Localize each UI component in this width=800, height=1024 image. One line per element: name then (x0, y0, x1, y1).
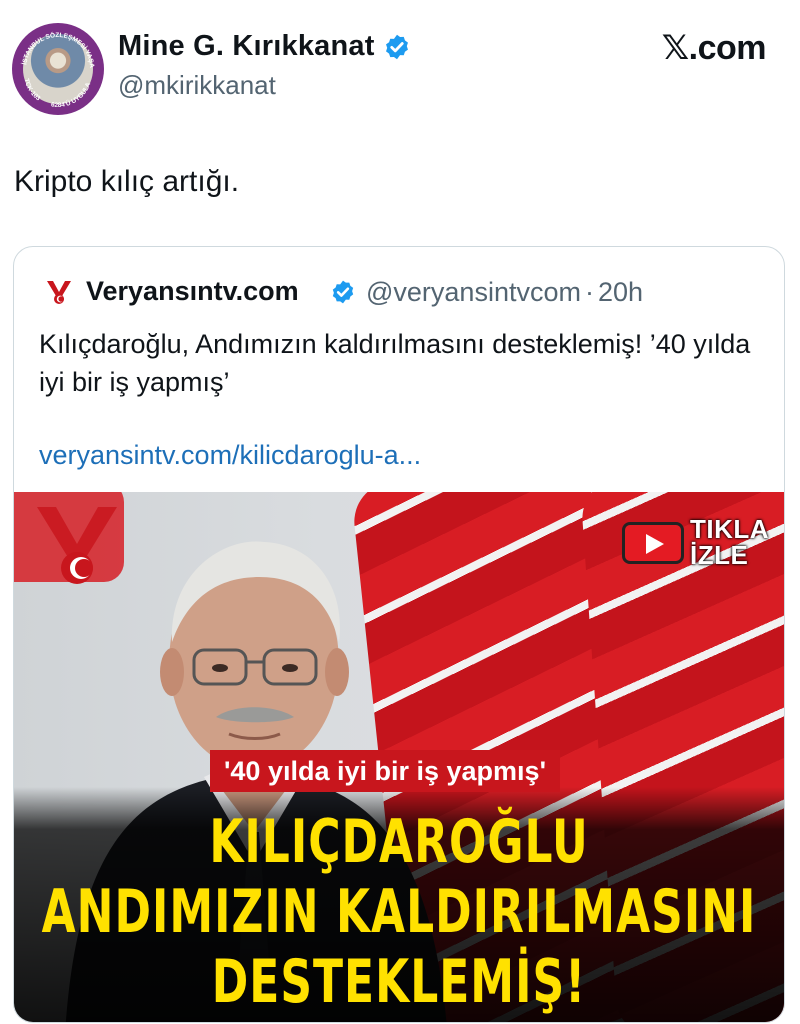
veryansin-watermark-icon (37, 507, 117, 584)
meta-separator: · (584, 277, 594, 307)
watch-badge-line1: TIKLA (690, 514, 770, 544)
veryansin-logo-icon (47, 281, 71, 304)
avatar-ring-left: TCK-103 (23, 78, 42, 103)
avatar-ring-bottom: 6284'Ü UYGULA (50, 81, 92, 109)
quoted-tweet-card[interactable]: Veryansıntv.com @veryansintvcom · 20h Kılı… (13, 246, 785, 1023)
headline-line-3: DESTEKLEMİŞ! (211, 948, 587, 1017)
watch-badge-line2: İZLE (690, 540, 749, 570)
quoted-time[interactable]: 20h (598, 277, 643, 307)
headline-overlay: KILIÇDAROĞLU ANDIMIZIN KALDIRILMASINI DE… (14, 787, 784, 1022)
quoted-meta: @veryansintvcom · 20h (366, 277, 643, 308)
watch-badge-text: TIKLA İZLE (690, 516, 769, 568)
avatar-ring-text: İSTANBUL SÖZLEŞMESİ YAŞATIR TCK-103 6284… (12, 23, 95, 109)
quoted-link[interactable]: veryansintv.com/kilicdaroglu-a... (39, 440, 421, 471)
quoted-display-name[interactable]: Veryansıntv.com (86, 276, 299, 307)
headline-line-2: ANDIMIZIN KALDIRILMASINI (41, 878, 757, 947)
play-icon[interactable] (622, 522, 684, 564)
tweet-text: Kripto kılıç artığı. (14, 165, 240, 198)
avatar-ring-top: İSTANBUL SÖZLEŞMESİ YAŞATIR (12, 23, 95, 69)
svg-text:İSTANBUL SÖZLEŞMESİ YAŞATIR: İSTANBUL SÖZLEŞMESİ YAŞATIR (12, 23, 95, 69)
site-label: 𝕏.com (661, 29, 767, 67)
svg-text:TCK-103: TCK-103 (23, 78, 42, 103)
quoted-media-image[interactable]: TIKLA İZLE KILIÇDAROĞLU ANDIMIZIN KALDIR… (14, 492, 784, 1022)
quoted-text: Kılıçdaroğlu, Andımızın kaldırılmasını d… (39, 329, 751, 397)
quoted-handle[interactable]: @veryansintvcom (366, 277, 581, 307)
svg-text:6284'Ü UYGULA: 6284'Ü UYGULA (50, 81, 92, 109)
author-handle[interactable]: @mkirikkanat (118, 70, 276, 101)
quote-banner: '40 yılda iyi bir iş yapmış' (210, 750, 560, 792)
quoted-verified-badge-icon (332, 280, 354, 304)
author-avatar[interactable]: İSTANBUL SÖZLEŞMESİ YAŞATIR TCK-103 6284… (12, 23, 104, 115)
author-display-name[interactable]: Mine G. Kırıkkanat (118, 30, 375, 63)
headline-line-1: KILIÇDAROĞLU (209, 808, 589, 877)
verified-badge-icon (386, 34, 408, 60)
